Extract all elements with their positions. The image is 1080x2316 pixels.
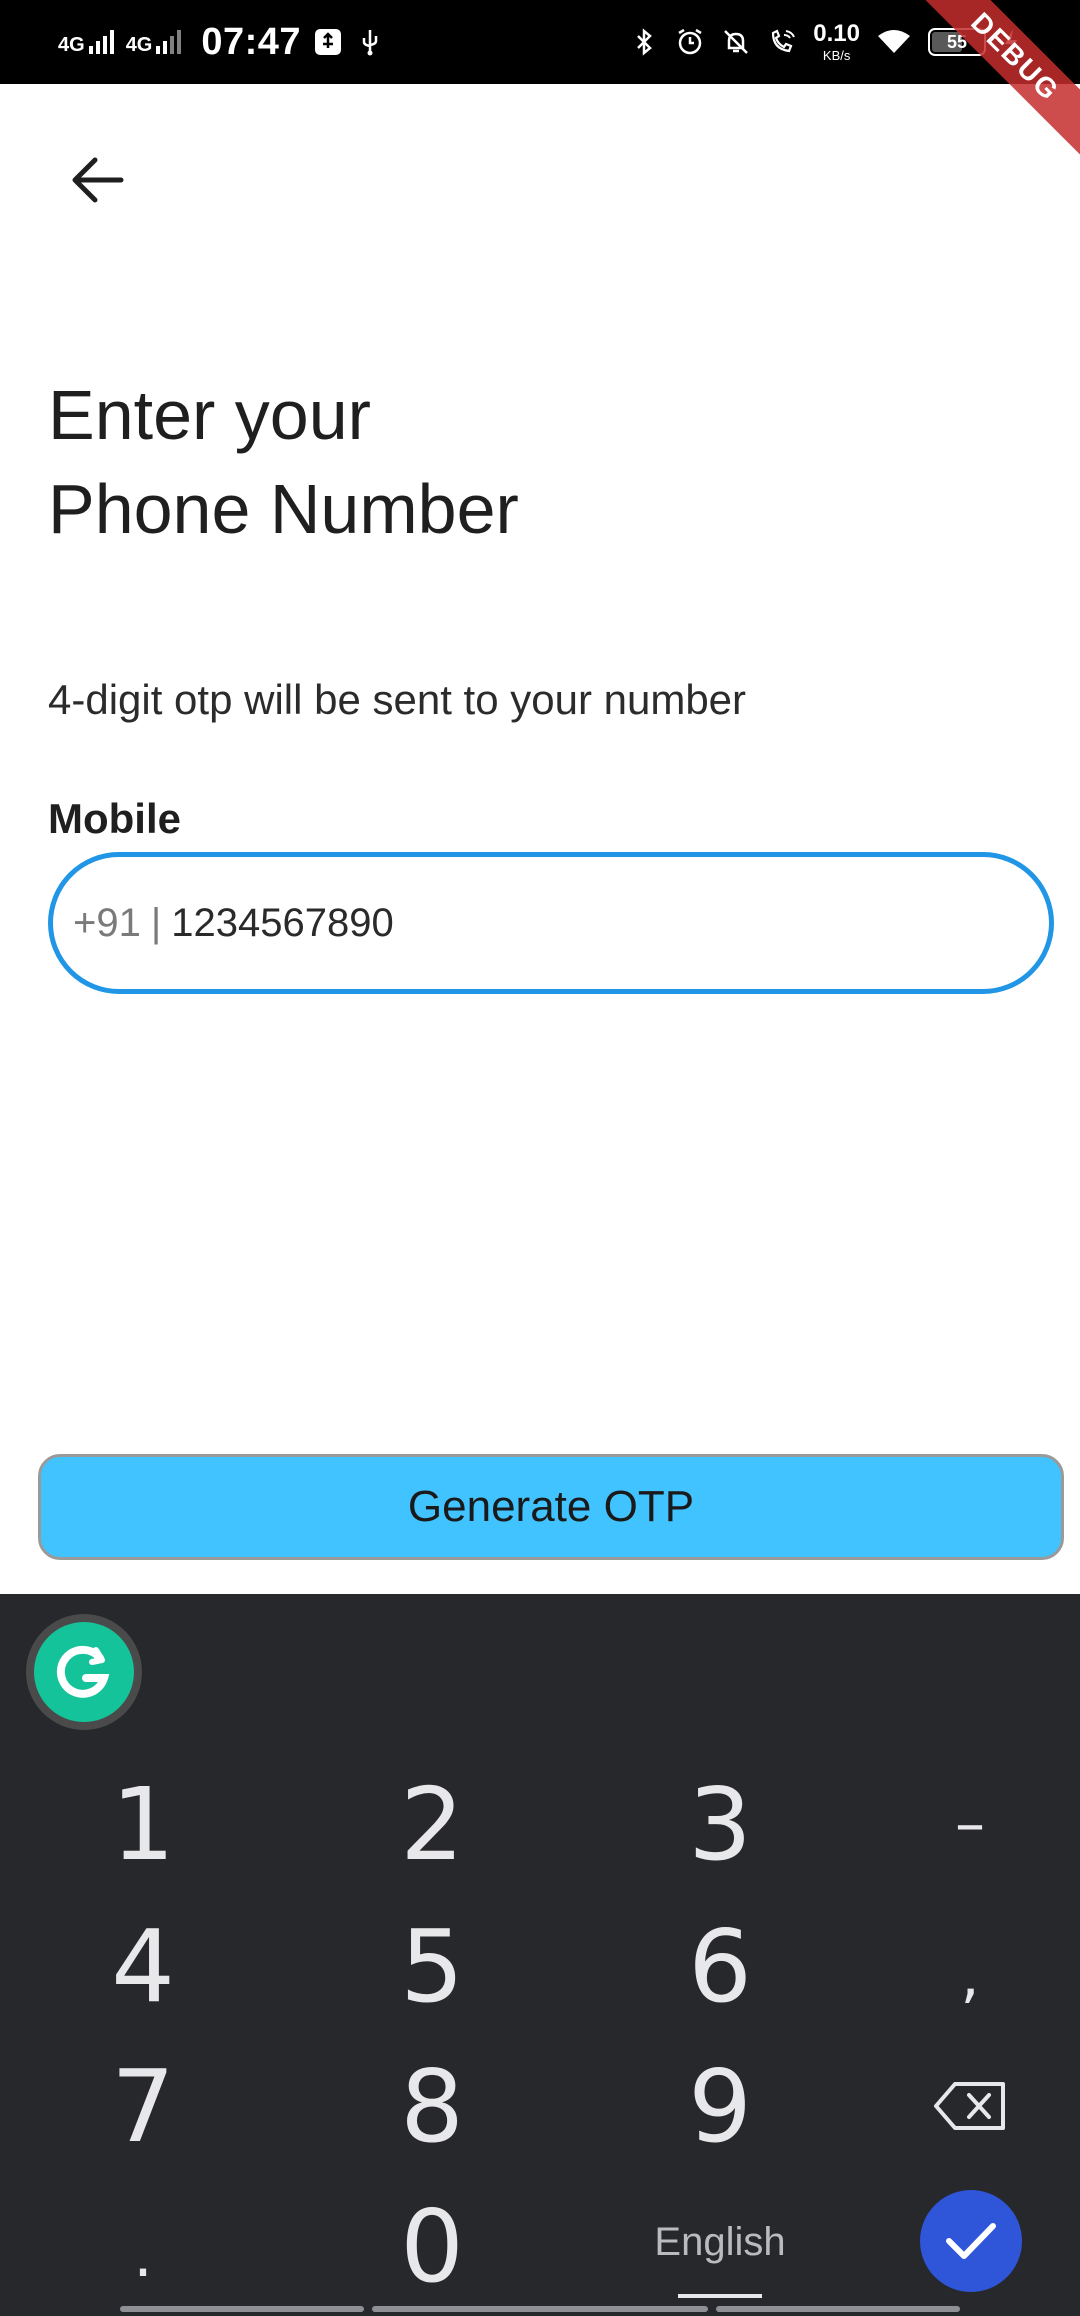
generate-otp-button[interactable]: Generate OTP [38,1454,1064,1560]
title-line-1: Enter your [48,376,371,454]
key-7[interactable]: 7 [53,2046,233,2166]
status-left: 4G 4G 07:47 [58,14,385,70]
key-0[interactable]: 0 [342,2186,522,2306]
usb-icon [362,30,378,56]
key-dash[interactable]: – [880,1764,1060,1884]
wifi-icon [878,30,910,53]
network-speed-value: 0.10 [813,20,860,47]
otp-hint: 4-digit otp will be sent to your number [48,676,747,723]
network-speed-unit: KB/s [822,48,851,63]
signal-2-label: 4G [125,34,153,56]
page-title: Enter your Phone Number [48,368,519,556]
mobile-label: Mobile [48,795,181,842]
phone-number-input[interactable]: +91 | 1234567890 [48,852,1054,994]
country-code: +91 [73,900,141,945]
signal-bars-icon [156,30,182,54]
key-4[interactable]: 4 [53,1906,233,2026]
key-5[interactable]: 5 [342,1906,522,2026]
key-2[interactable]: 2 [342,1764,522,1884]
key-9[interactable]: 9 [630,2046,810,2166]
country-code-separator: | [150,900,162,945]
usb-settings-icon [315,29,342,55]
key-dot[interactable]: . [53,2196,233,2316]
key-6[interactable]: 6 [630,1906,810,2026]
key-comma[interactable]: , [880,1916,1060,2036]
grammarly-icon [34,1622,134,1722]
key-8[interactable]: 8 [342,2046,522,2166]
key-1[interactable]: 1 [53,1764,233,1884]
network-speed: 0.10 KB/s [813,20,860,63]
alarm-icon [678,28,702,55]
key-3[interactable]: 3 [630,1764,810,1884]
signal-2: 4G [125,30,182,56]
notifications-off-icon [724,30,749,54]
gesture-bar-center [372,2306,708,2312]
signal-1: 4G [58,30,114,56]
gesture-bar-left [120,2306,364,2312]
grammarly-button[interactable] [26,1614,142,1730]
phone-number-value: 1234567890 [171,900,394,945]
wifi-calling-icon [772,29,796,53]
status-bar: 4G 4G 07:47 0.10 KB/s 55 [0,0,1080,84]
backspace-icon [934,2082,1005,2130]
check-icon [946,2223,996,2259]
bluetooth-icon [637,28,653,56]
gesture-bar-right [716,2306,960,2312]
signal-1-label: 4G [58,34,85,56]
language-indicator [678,2294,762,2298]
language-switch[interactable]: English [654,2220,785,2265]
arrow-left-icon [72,157,124,203]
back-button[interactable] [62,150,132,210]
backspace-key[interactable] [880,2046,1060,2166]
done-key[interactable] [920,2190,1022,2292]
title-line-2: Phone Number [48,470,519,548]
clock: 07:47 [201,20,302,63]
signal-bars-icon [88,30,114,54]
